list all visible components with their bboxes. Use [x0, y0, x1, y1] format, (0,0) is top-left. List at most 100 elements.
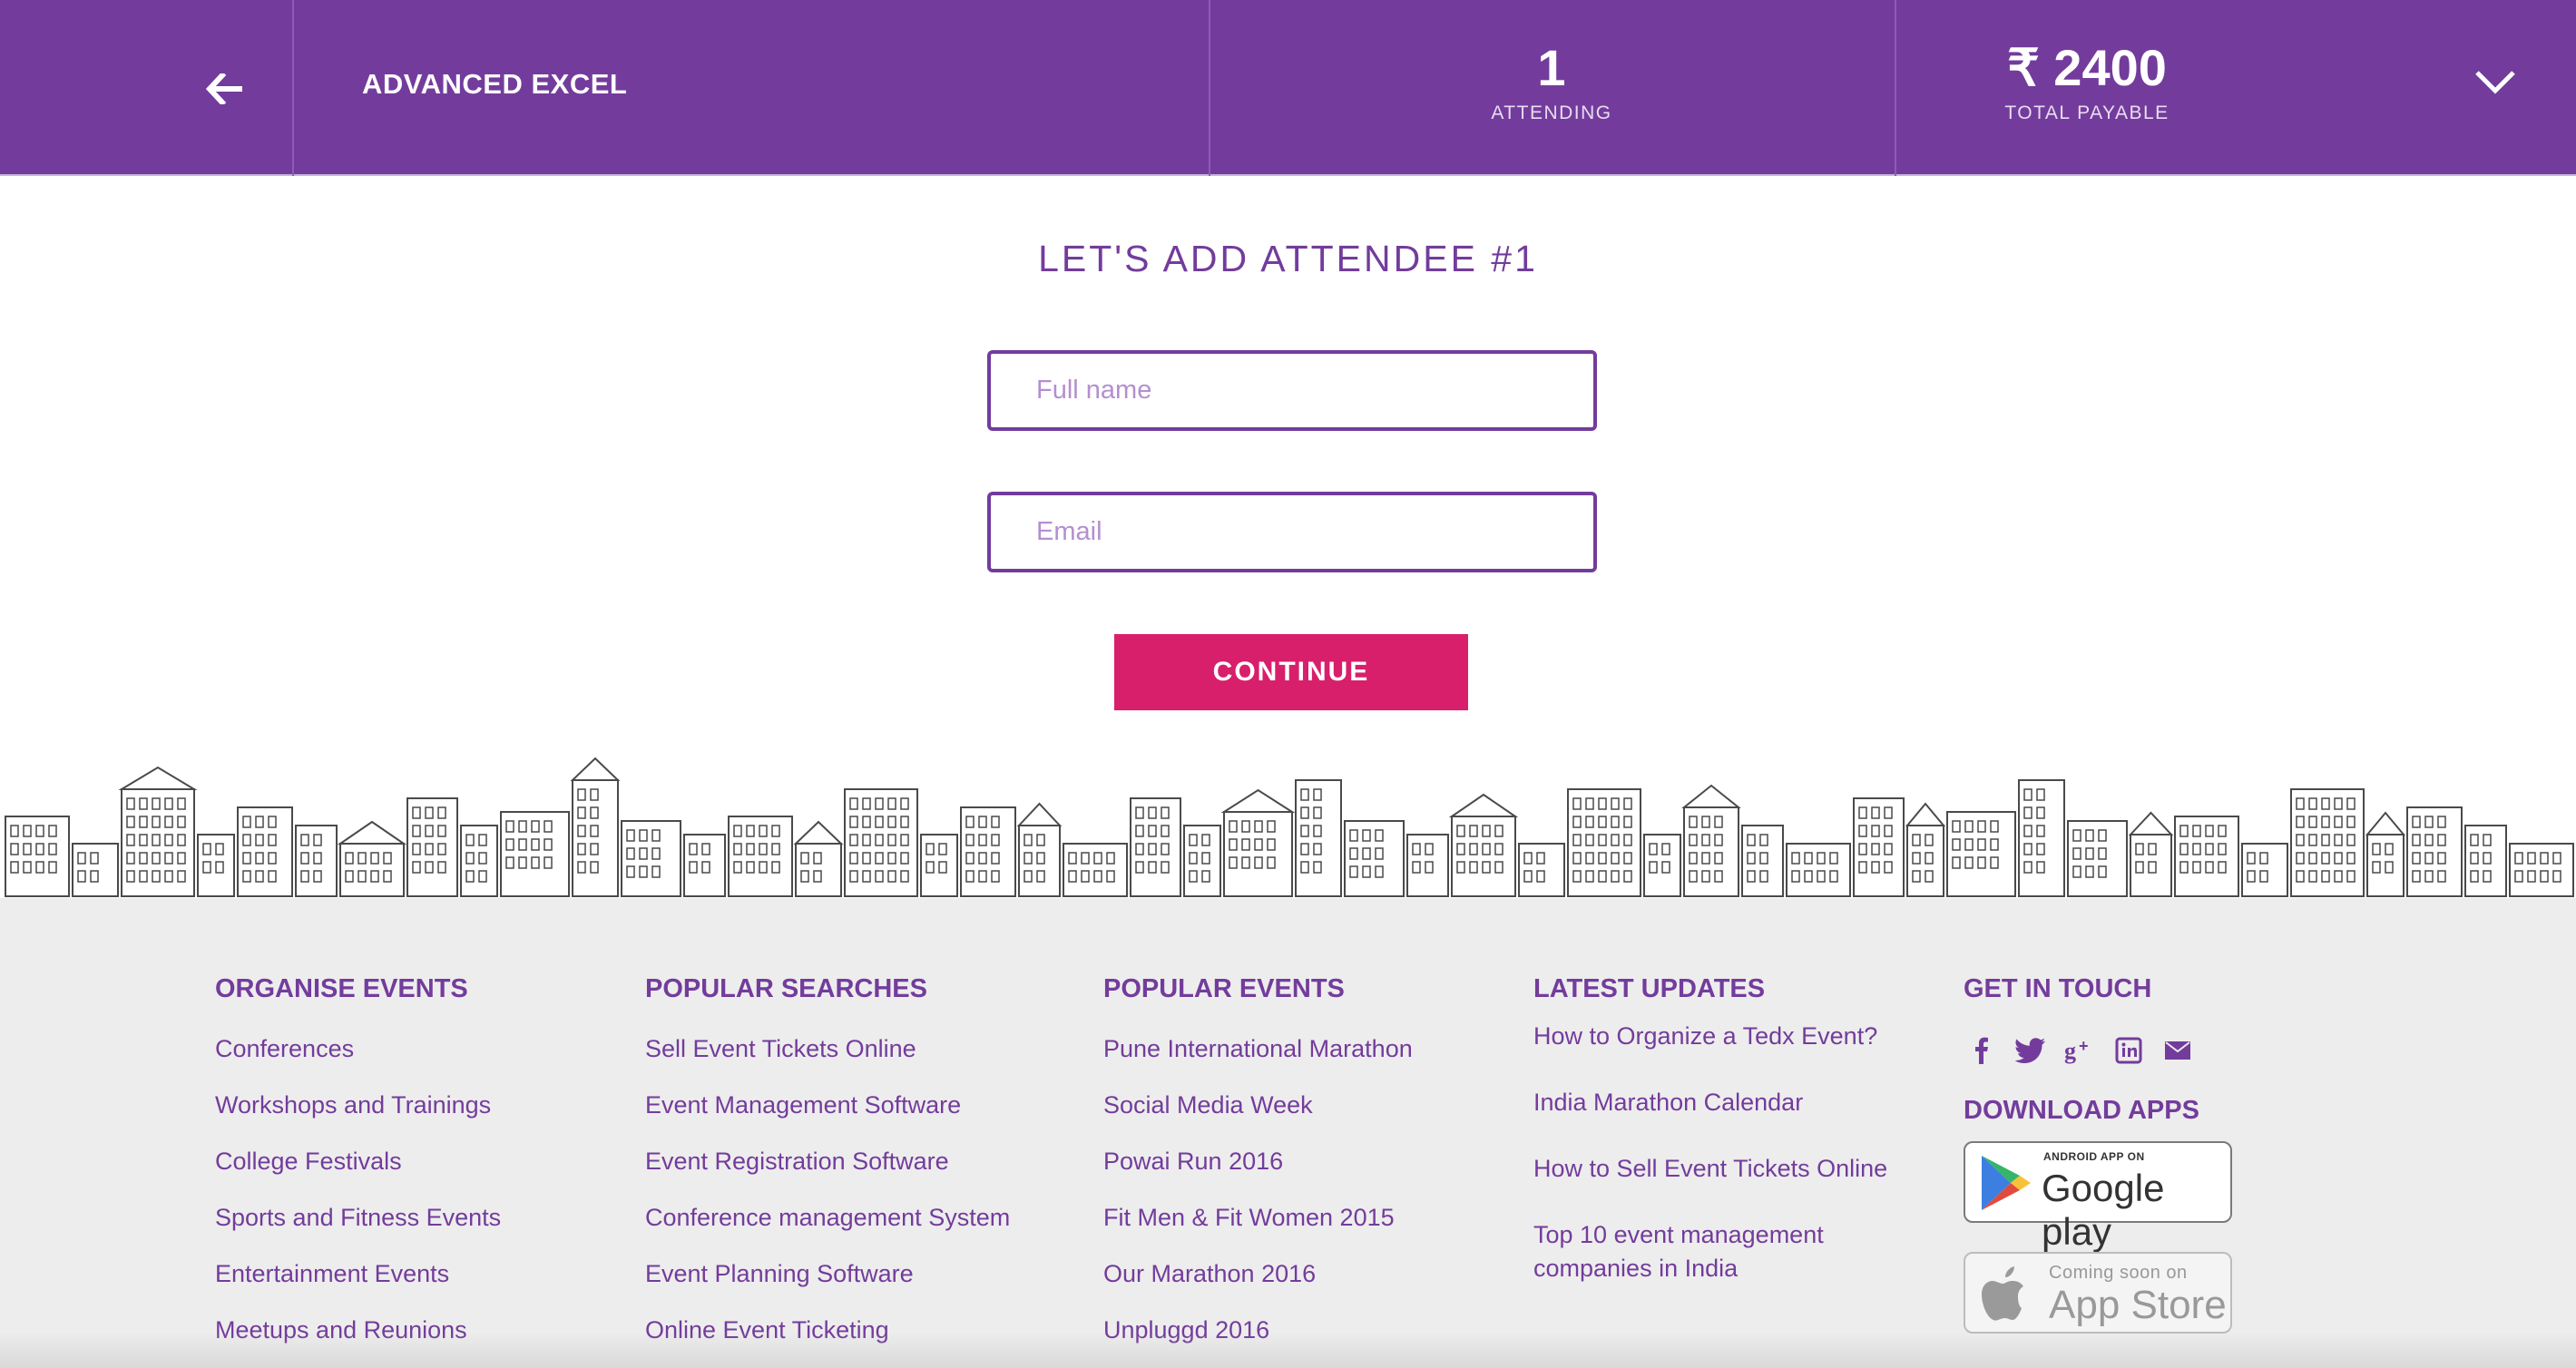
- skyline-building: [337, 820, 407, 897]
- arrow-left-icon: [206, 73, 242, 104]
- footer-link[interactable]: Powai Run 2016: [1103, 1145, 1413, 1178]
- skyline-building: [197, 834, 235, 897]
- skyline-building: [1786, 843, 1851, 897]
- download-apps-heading: DOWNLOAD APPS: [1964, 1096, 2199, 1125]
- footer-link[interactable]: Fit Men & Fit Women 2015: [1103, 1201, 1413, 1235]
- skyline-building: [844, 788, 918, 897]
- chevron-down-icon: [2475, 71, 2515, 94]
- footer-link[interactable]: Conferences: [215, 1032, 501, 1066]
- footer-link[interactable]: Sell Event Tickets Online: [645, 1032, 1010, 1066]
- skyline-building: [1063, 843, 1128, 897]
- footer-link[interactable]: Unpluggd 2016: [1103, 1314, 1413, 1347]
- booking-header: ADVANCED EXCEL 1 ATTENDING ₹ 2400 TOTAL …: [0, 0, 2576, 176]
- skyline-building: [2365, 811, 2406, 897]
- skyline-building: [1406, 834, 1449, 897]
- apple-icon: [1982, 1266, 2023, 1321]
- skyline-building: [2406, 806, 2463, 897]
- linkedin-icon[interactable]: [2111, 1032, 2147, 1069]
- skyline-building: [1567, 788, 1641, 897]
- footer-column-organise: ORGANISE EVENTS Conferences Workshops an…: [215, 971, 501, 1368]
- footer-link[interactable]: Top 10 event management companies in Ind…: [1533, 1218, 1915, 1285]
- skyline-building: [1183, 825, 1221, 897]
- footer-link[interactable]: Conference management System: [645, 1201, 1010, 1235]
- skyline-building: [500, 811, 570, 897]
- svg-text:g: g: [2064, 1038, 2076, 1064]
- mail-icon[interactable]: [2160, 1032, 2196, 1069]
- skyline-building: [406, 797, 458, 897]
- skyline-building: [1220, 788, 1296, 897]
- google-play-small-text: ANDROID APP ON: [2043, 1150, 2145, 1163]
- attending-count: 1: [1537, 39, 1566, 96]
- total-payable-label: TOTAL PAYABLE: [2004, 103, 2170, 123]
- attending-label: ATTENDING: [1491, 103, 1612, 123]
- skyline-building: [1344, 820, 1405, 897]
- footer-link[interactable]: Meetups and Reunions: [215, 1314, 501, 1347]
- email-input[interactable]: [987, 492, 1597, 572]
- skyline-building: [72, 843, 119, 897]
- google-plus-icon[interactable]: g +: [2062, 1032, 2098, 1069]
- skyline-building: [1295, 779, 1342, 897]
- footer-link[interactable]: Event Registration Software: [645, 1145, 1010, 1178]
- footer-link[interactable]: Event Planning Software: [645, 1257, 1010, 1291]
- footer-link[interactable]: How to Organize a Tedx Event?: [1533, 1020, 1915, 1053]
- skyline-building: [728, 816, 793, 897]
- google-play-badge[interactable]: ANDROID APP ON Google play: [1964, 1141, 2232, 1253]
- footer-link[interactable]: Sports and Fitness Events: [215, 1201, 501, 1235]
- skyline-building: [1130, 797, 1181, 897]
- skyline-building: [621, 820, 681, 897]
- footer-heading: ORGANISE EVENTS: [215, 974, 468, 1003]
- footer-link[interactable]: Workshops and Trainings: [215, 1089, 501, 1122]
- city-skyline-illustration: [0, 744, 2576, 898]
- attendee-form-title: LET'S ADD ATTENDEE #1: [1038, 238, 1538, 279]
- skyline-building: [118, 766, 198, 897]
- facebook-icon[interactable]: [1964, 1032, 2000, 1069]
- skyline-building: [1905, 802, 1946, 897]
- skyline-building: [570, 757, 621, 897]
- total-payable-stat: ₹ 2400 TOTAL PAYABLE: [1896, 36, 2277, 127]
- footer-heading: POPULAR SEARCHES: [645, 974, 927, 1003]
- footer-heading: LATEST UPDATES: [1533, 974, 1766, 1003]
- skyline-building: [295, 825, 338, 897]
- footer-link[interactable]: College Festivals: [215, 1145, 501, 1178]
- app-store-big-text: App Store: [2049, 1283, 2227, 1327]
- footer-link[interactable]: Pune International Marathon: [1103, 1032, 1413, 1066]
- google-play-big-text: Google play: [2042, 1167, 2165, 1253]
- svg-text:+: +: [2079, 1037, 2089, 1055]
- skyline-building: [1741, 825, 1784, 897]
- skyline-building: [237, 806, 293, 897]
- footer-heading: POPULAR EVENTS: [1103, 974, 1345, 1003]
- footer-link[interactable]: Our Marathon 2016: [1103, 1257, 1413, 1291]
- expand-summary-button[interactable]: [2459, 45, 2532, 118]
- footer-link[interactable]: Event Management Software: [645, 1089, 1010, 1122]
- skyline-building: [460, 825, 498, 897]
- back-button[interactable]: [191, 54, 260, 123]
- google-play-icon: [1982, 1156, 2031, 1210]
- footer-link[interactable]: Entertainment Events: [215, 1257, 501, 1291]
- full-name-input[interactable]: [987, 350, 1597, 431]
- skyline-building: [1643, 834, 1681, 897]
- skyline-building: [683, 834, 726, 897]
- footer-link[interactable]: India Marathon Calendar: [1533, 1086, 1915, 1119]
- skyline-building: [2174, 816, 2239, 897]
- footer-link[interactable]: How to Sell Event Tickets Online: [1533, 1152, 1915, 1186]
- skyline-building: [2241, 843, 2288, 897]
- skyline-building: [5, 816, 70, 897]
- footer-link[interactable]: Social Media Week: [1103, 1089, 1413, 1122]
- skyline-building: [793, 820, 844, 897]
- app-store-badge[interactable]: Coming soon on App Store: [1964, 1252, 2232, 1334]
- footer-column-contact: GET IN TOUCH g + DOWNLOAD APPS ANDROID A…: [1964, 971, 2232, 1363]
- twitter-icon[interactable]: [2013, 1032, 2049, 1069]
- skyline-building: [1853, 797, 1905, 897]
- skyline-building: [1946, 811, 2016, 897]
- skyline-building: [2067, 820, 2128, 897]
- skyline-building: [1448, 793, 1519, 897]
- footer-column-events: POPULAR EVENTS Pune International Marath…: [1103, 971, 1413, 1368]
- event-title: ADVANCED EXCEL: [362, 68, 628, 100]
- skyline-building: [2018, 779, 2065, 897]
- continue-button[interactable]: CONTINUE: [1114, 634, 1468, 710]
- footer-link[interactable]: Online Event Ticketing: [645, 1314, 1010, 1347]
- app-store-small-text: Coming soon on: [2049, 1263, 2188, 1283]
- social-links: g +: [1964, 1032, 2232, 1069]
- skyline-building: [1681, 784, 1741, 897]
- skyline-building: [1518, 843, 1565, 897]
